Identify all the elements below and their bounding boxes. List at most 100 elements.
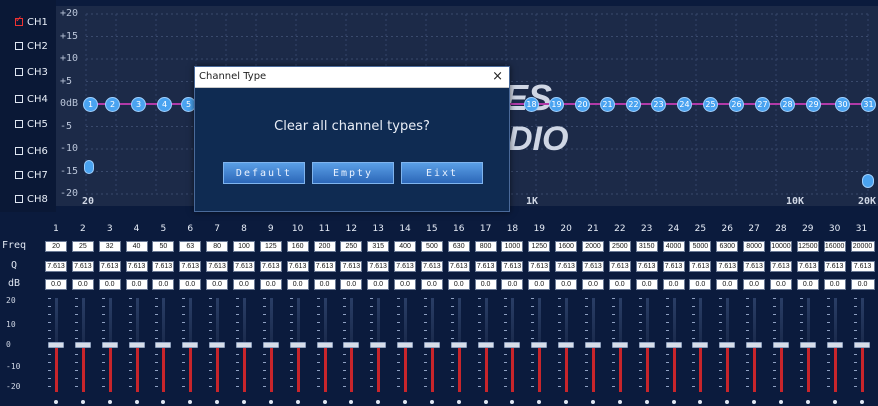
q-field[interactable]: 7.613	[501, 261, 524, 272]
db-field[interactable]: 0.0	[232, 279, 255, 290]
freq-field[interactable]: 63	[179, 241, 202, 252]
slider-track[interactable]	[806, 298, 810, 345]
eq-node-31[interactable]: 31	[861, 97, 876, 112]
db-field[interactable]: 0.0	[420, 279, 443, 290]
channel-1-checkbox[interactable]: CH1	[15, 15, 48, 29]
freq-field[interactable]: 315	[367, 241, 390, 252]
eq-node-27[interactable]: 27	[755, 97, 770, 112]
db-field[interactable]: 0.0	[313, 279, 336, 290]
eq-node-4[interactable]: 4	[157, 97, 172, 112]
eq-node-2[interactable]: 2	[105, 97, 120, 112]
slider-track[interactable]	[833, 298, 837, 345]
db-field[interactable]: 0.0	[394, 279, 417, 290]
db-field[interactable]: 0.0	[528, 279, 551, 290]
slider-track[interactable]	[135, 298, 139, 345]
slider-thumb[interactable]	[316, 342, 333, 348]
slider-thumb[interactable]	[182, 342, 199, 348]
empty-button[interactable]: Empty	[312, 162, 394, 184]
q-field[interactable]: 7.613	[528, 261, 551, 272]
freq-field[interactable]: 50	[152, 241, 175, 252]
freq-field[interactable]: 32	[98, 241, 121, 252]
db-field[interactable]: 0.0	[45, 279, 67, 290]
eq-node-3[interactable]: 3	[131, 97, 146, 112]
slider-track[interactable]	[81, 298, 85, 345]
slider-track[interactable]	[189, 298, 193, 345]
default-button[interactable]: Default	[223, 162, 305, 184]
freq-field[interactable]: 630	[447, 241, 470, 252]
freq-field[interactable]: 2000	[582, 241, 604, 252]
freq-field[interactable]: 20000	[850, 241, 875, 252]
channel-5-checkbox[interactable]: CH5	[15, 117, 48, 131]
slider-track[interactable]	[484, 298, 488, 345]
slider-track[interactable]	[699, 298, 703, 345]
db-field[interactable]: 0.0	[340, 279, 363, 290]
slider-thumb[interactable]	[772, 342, 789, 348]
q-field[interactable]: 7.613	[662, 261, 685, 272]
db-field[interactable]: 0.0	[152, 279, 175, 290]
freq-field[interactable]: 80	[206, 241, 229, 252]
channel-7-checkbox[interactable]: CH7	[15, 168, 48, 182]
slider-thumb[interactable]	[477, 342, 494, 348]
q-field[interactable]: 7.613	[743, 261, 766, 272]
slider-thumb[interactable]	[558, 342, 575, 348]
db-field[interactable]: 0.0	[179, 279, 202, 290]
slider-track[interactable]	[753, 298, 757, 345]
freq-field[interactable]: 25	[71, 241, 94, 252]
q-field[interactable]: 7.613	[850, 261, 875, 272]
freq-field[interactable]: 40	[125, 241, 148, 252]
slider-track[interactable]	[565, 298, 569, 345]
eq-node-18[interactable]: 18	[524, 97, 539, 112]
q-field[interactable]: 7.613	[232, 261, 255, 272]
slider-thumb[interactable]	[504, 342, 521, 348]
slider-track[interactable]	[216, 298, 220, 345]
eq-node-28[interactable]: 28	[780, 97, 795, 112]
q-field[interactable]: 7.613	[125, 261, 148, 272]
freq-field[interactable]: 4000	[662, 241, 685, 252]
freq-field[interactable]: 1600	[555, 241, 578, 252]
slider-track[interactable]	[108, 298, 112, 345]
db-field[interactable]: 0.0	[716, 279, 739, 290]
q-field[interactable]: 7.613	[152, 261, 175, 272]
slider-track[interactable]	[296, 298, 300, 345]
slider-track[interactable]	[350, 298, 354, 345]
freq-field[interactable]: 8000	[743, 241, 766, 252]
q-field[interactable]: 7.613	[313, 261, 336, 272]
slider-track[interactable]	[55, 298, 58, 345]
q-field[interactable]: 7.613	[179, 261, 202, 272]
freq-field[interactable]: 100	[232, 241, 255, 252]
slider-thumb[interactable]	[74, 342, 91, 348]
db-field[interactable]: 0.0	[125, 279, 148, 290]
slider-thumb[interactable]	[155, 342, 172, 348]
slider-track[interactable]	[618, 298, 622, 345]
db-field[interactable]: 0.0	[850, 279, 875, 290]
eq-node-1[interactable]: 1	[83, 97, 98, 112]
q-field[interactable]: 7.613	[447, 261, 470, 272]
db-field[interactable]: 0.0	[71, 279, 94, 290]
freq-field[interactable]: 12500	[796, 241, 819, 252]
db-field[interactable]: 0.0	[447, 279, 470, 290]
high-cut-handle-icon[interactable]	[862, 174, 874, 188]
slider-track[interactable]	[404, 298, 408, 345]
slider-thumb[interactable]	[746, 342, 763, 348]
slider-thumb[interactable]	[638, 342, 655, 348]
slider-thumb[interactable]	[719, 342, 736, 348]
q-field[interactable]: 7.613	[394, 261, 417, 272]
db-field[interactable]: 0.0	[367, 279, 390, 290]
slider-thumb[interactable]	[826, 342, 843, 348]
slider-track[interactable]	[672, 298, 676, 345]
slider-thumb[interactable]	[262, 342, 279, 348]
freq-field[interactable]: 125	[259, 241, 282, 252]
db-field[interactable]: 0.0	[608, 279, 631, 290]
low-cut-handle-icon[interactable]	[84, 160, 94, 174]
db-field[interactable]: 0.0	[286, 279, 309, 290]
db-field[interactable]: 0.0	[635, 279, 658, 290]
q-field[interactable]: 7.613	[608, 261, 631, 272]
freq-field[interactable]: 400	[394, 241, 417, 252]
freq-field[interactable]: 160	[286, 241, 309, 252]
slider-track[interactable]	[860, 298, 864, 345]
db-field[interactable]: 0.0	[206, 279, 229, 290]
channel-4-checkbox[interactable]: CH4	[15, 92, 48, 106]
eq-node-26[interactable]: 26	[729, 97, 744, 112]
close-icon[interactable]: ×	[492, 69, 503, 84]
eq-node-21[interactable]: 21	[600, 97, 615, 112]
